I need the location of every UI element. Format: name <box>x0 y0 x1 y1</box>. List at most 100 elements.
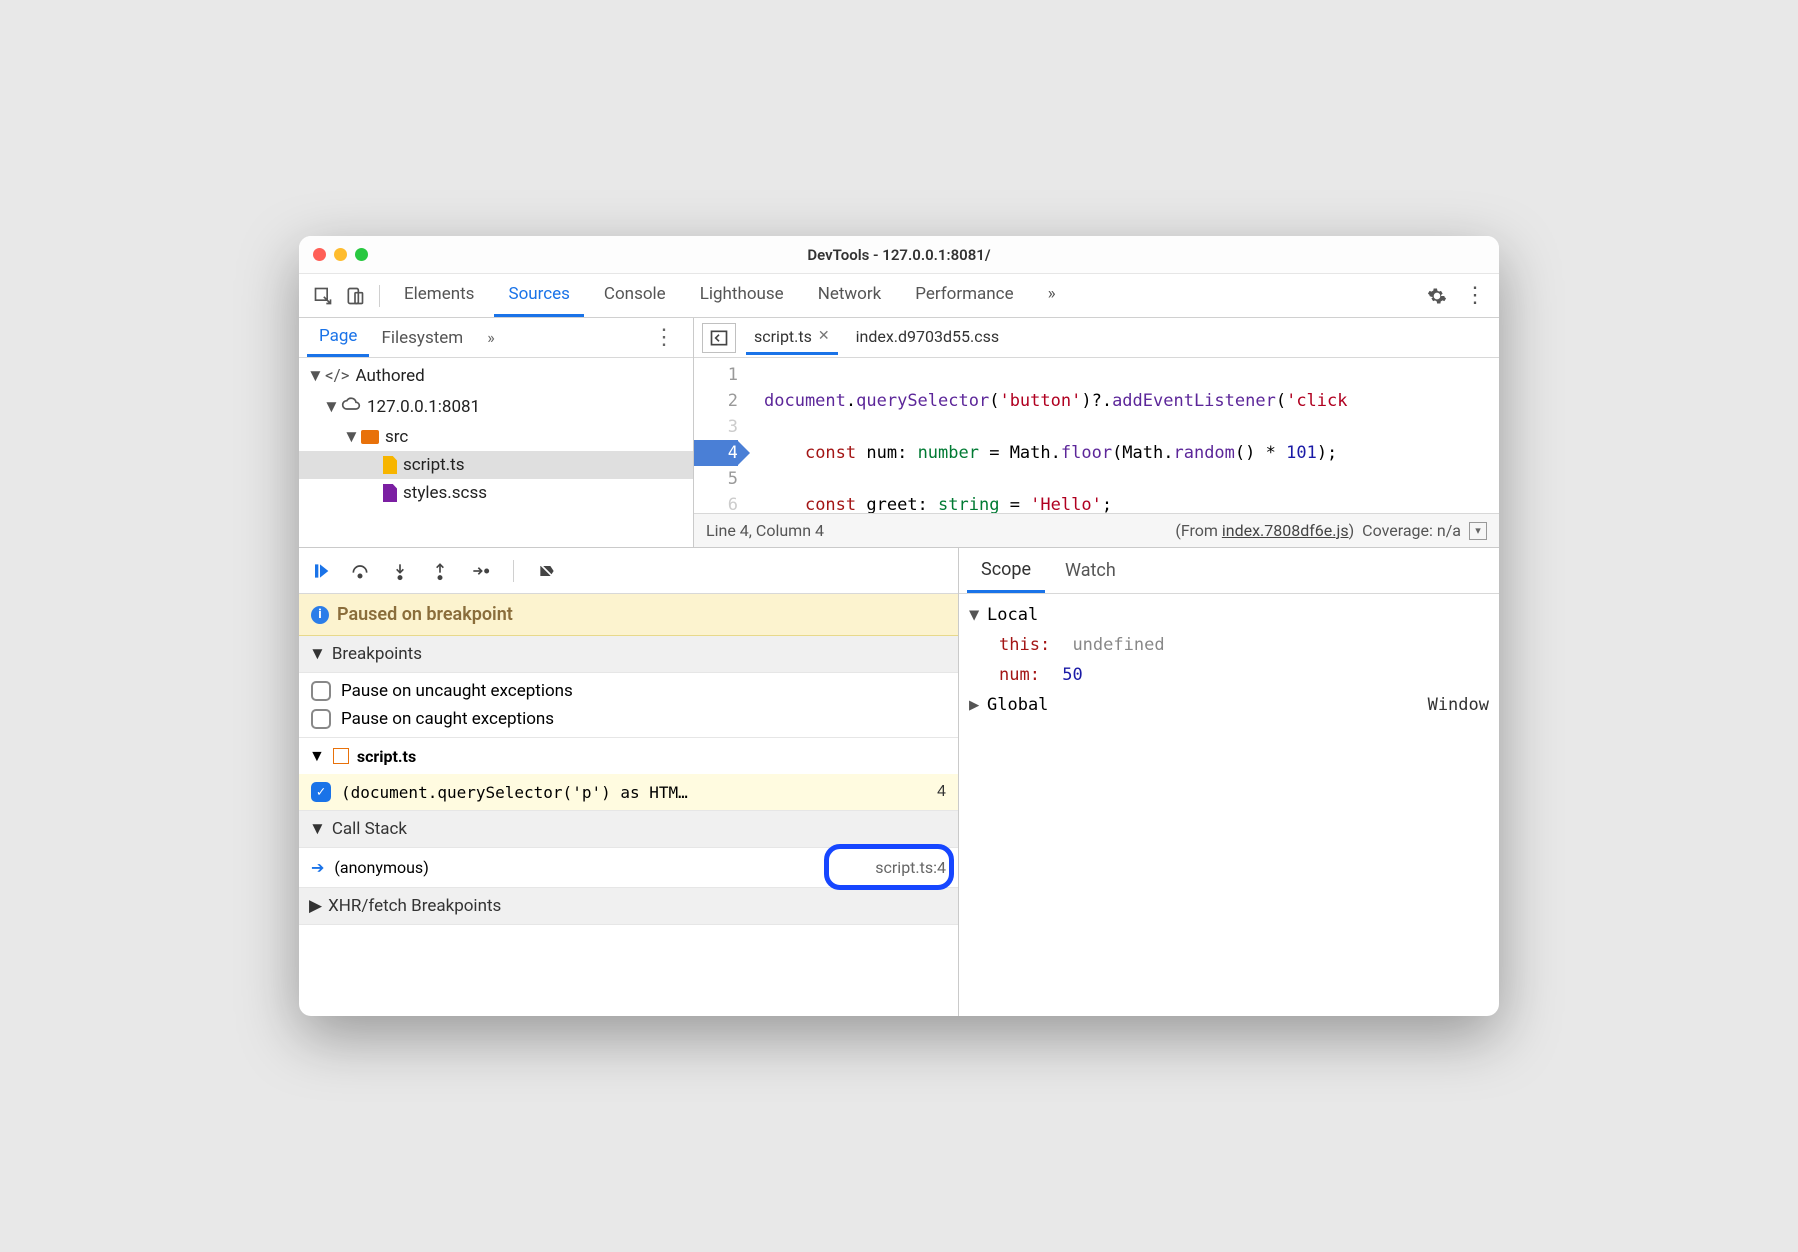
editor-tab-script[interactable]: script.ts ✕ <box>746 321 838 355</box>
disclosure-arrow-icon: ▼ <box>309 644 326 664</box>
scope-tabs: Scope Watch <box>959 548 1499 594</box>
scope-body: ▼ Local this: undefined num: 50 ▶ Global <box>959 594 1499 726</box>
disclosure-arrow-icon: ▼ <box>309 819 326 839</box>
file-badge-icon <box>333 748 349 764</box>
tree-label: styles.scss <box>403 483 487 503</box>
breakpoint-code: (document.querySelector('p') as HTM… <box>341 783 688 802</box>
disclosure-arrow-icon: ▶ <box>309 896 322 916</box>
step-into-button[interactable] <box>387 558 413 584</box>
frame-name: (anonymous) <box>334 858 428 877</box>
devtools-window: DevTools - 127.0.0.1:8081/ Elements Sour… <box>299 236 1499 1016</box>
scope-global-value: Window <box>1428 690 1489 720</box>
scope-tab-scope[interactable]: Scope <box>967 549 1045 593</box>
tab-lighthouse[interactable]: Lighthouse <box>686 274 798 317</box>
settings-gear-icon[interactable] <box>1423 282 1451 310</box>
sidebar-tabs: Page Filesystem » ⋮ <box>299 318 693 358</box>
tree-label: script.ts <box>403 455 465 475</box>
tab-sources[interactable]: Sources <box>494 274 583 317</box>
tree-file-styles[interactable]: styles.scss <box>299 479 693 507</box>
dropdown-icon[interactable]: ▾ <box>1469 522 1487 540</box>
editor-tab-label: script.ts <box>754 327 812 346</box>
resume-button[interactable] <box>307 558 333 584</box>
step-out-button[interactable] <box>427 558 453 584</box>
pause-caught-checkbox[interactable] <box>311 709 331 729</box>
breakpoint-line-row[interactable]: ✓ (document.querySelector('p') as HTM… 4 <box>299 774 958 811</box>
callstack-header[interactable]: ▼ Call Stack <box>299 811 958 848</box>
tab-performance[interactable]: Performance <box>901 274 1027 317</box>
kebab-menu-icon[interactable]: ⋮ <box>1461 282 1489 310</box>
scope-var-num[interactable]: num: 50 <box>969 660 1489 690</box>
sidebar-menu-icon[interactable]: ⋮ <box>643 319 685 356</box>
disclosure-arrow-icon: ▼ <box>307 366 319 386</box>
var-key: this: <box>999 630 1050 660</box>
editor-tabs: script.ts ✕ index.d9703d55.css <box>694 318 1499 358</box>
sidebar-more[interactable]: » <box>479 322 503 353</box>
editor-tab-css[interactable]: index.d9703d55.css <box>848 321 1008 355</box>
callstack-frame[interactable]: ➔ (anonymous) script.ts:4 <box>299 848 958 888</box>
tree-label: src <box>385 427 408 447</box>
scope-pane: Scope Watch ▼ Local this: undefined num:… <box>959 548 1499 1016</box>
editor-statusbar: Line 4, Column 4 (From index.7808df6e.js… <box>694 513 1499 547</box>
scope-var-this[interactable]: this: undefined <box>969 630 1489 660</box>
tab-elements[interactable]: Elements <box>390 274 488 317</box>
scope-local-header[interactable]: ▼ Local <box>969 600 1489 630</box>
deactivate-breakpoints-button[interactable] <box>534 558 560 584</box>
code-brackets-icon: </> <box>325 366 350 386</box>
device-toggle-icon[interactable] <box>341 282 369 310</box>
current-frame-icon: ➔ <box>311 858 324 877</box>
tree-folder-src[interactable]: ▼ src <box>299 423 693 451</box>
editor-nav-icon[interactable] <box>702 323 736 353</box>
disclosure-arrow-icon: ▼ <box>969 600 981 630</box>
scope-global-header[interactable]: ▶ Global Window <box>969 690 1489 720</box>
tree-label: 127.0.0.1:8081 <box>367 397 480 417</box>
breakpoint-file-name: script.ts <box>357 747 416 766</box>
disclosure-arrow-icon: ▼ <box>343 427 355 447</box>
tab-console[interactable]: Console <box>590 274 680 317</box>
breakpoints-header[interactable]: ▼ Breakpoints <box>299 636 958 673</box>
scss-file-icon <box>383 484 397 502</box>
control-separator <box>513 560 514 582</box>
tree-authored[interactable]: ▼ </> Authored <box>299 362 693 390</box>
code-lines[interactable]: document.querySelector('button')?.addEve… <box>748 358 1499 513</box>
step-button[interactable] <box>467 558 493 584</box>
debugger-pane: i Paused on breakpoint ▼ Breakpoints Pau… <box>299 548 959 1016</box>
line-gutter[interactable]: 1 2 3 4 5 6 <box>694 358 748 513</box>
breakpoint-file-row[interactable]: ▼ script.ts <box>299 737 958 774</box>
paused-banner: i Paused on breakpoint <box>299 594 958 636</box>
tree-label: Authored <box>356 366 425 386</box>
window-title: DevTools - 127.0.0.1:8081/ <box>299 246 1499 264</box>
breakpoint-line-num: 4 <box>937 783 946 801</box>
section-title: Call Stack <box>332 819 407 839</box>
scope-local-label: Local <box>987 600 1038 630</box>
var-value: 50 <box>1062 660 1082 690</box>
pause-caught-label: Pause on caught exceptions <box>341 709 554 729</box>
main-toolbar: Elements Sources Console Lighthouse Netw… <box>299 274 1499 318</box>
titlebar: DevTools - 127.0.0.1:8081/ <box>299 236 1499 274</box>
sourcemap-link[interactable]: index.7808df6e.js <box>1222 521 1349 540</box>
close-tab-icon[interactable]: ✕ <box>818 328 830 344</box>
scope-tab-watch[interactable]: Watch <box>1051 550 1130 591</box>
breakpoint-checkbox[interactable]: ✓ <box>311 782 331 802</box>
sidebar-tab-filesystem[interactable]: Filesystem <box>369 320 475 356</box>
pause-uncaught-checkbox[interactable] <box>311 681 331 701</box>
paused-message: Paused on breakpoint <box>337 604 513 625</box>
tree-file-script[interactable]: script.ts <box>299 451 693 479</box>
coverage-status: Coverage: n/a <box>1362 521 1461 540</box>
inspect-element-icon[interactable] <box>309 282 337 310</box>
toolbar-separator <box>379 285 380 307</box>
main-content: Page Filesystem » ⋮ ▼ </> Authored ▼ <box>299 318 1499 1016</box>
tab-network[interactable]: Network <box>804 274 896 317</box>
ts-file-icon <box>383 456 397 474</box>
sources-sidebar: Page Filesystem » ⋮ ▼ </> Authored ▼ <box>299 318 694 547</box>
pause-uncaught-label: Pause on uncaught exceptions <box>341 681 573 701</box>
sidebar-tab-page[interactable]: Page <box>307 318 369 357</box>
disclosure-arrow-icon: ▶ <box>969 690 981 720</box>
debug-controls <box>299 548 958 594</box>
tab-more[interactable]: » <box>1034 274 1070 317</box>
tree-host[interactable]: ▼ 127.0.0.1:8081 <box>299 390 693 423</box>
xhr-breakpoints-header[interactable]: ▶ XHR/fetch Breakpoints <box>299 888 958 925</box>
code-editor: script.ts ✕ index.d9703d55.css 1 2 3 4 5… <box>694 318 1499 547</box>
code-area[interactable]: 1 2 3 4 5 6 document.querySelector('butt… <box>694 358 1499 513</box>
var-key: num: <box>999 660 1040 690</box>
step-over-button[interactable] <box>347 558 373 584</box>
